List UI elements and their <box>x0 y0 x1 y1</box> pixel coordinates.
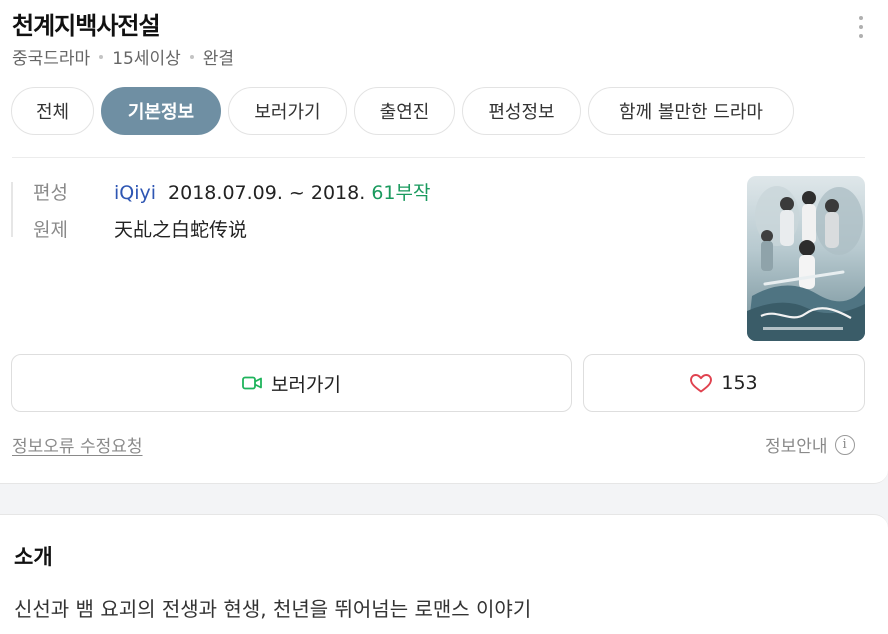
like-button[interactable]: 153 <box>583 354 865 412</box>
tab-basic-info[interactable]: 기본정보 <box>101 87 221 135</box>
info-guide-button[interactable]: 정보안내 i <box>765 432 855 457</box>
info-accent-bar <box>11 182 13 237</box>
tab-all[interactable]: 전체 <box>11 87 94 135</box>
status-label: 완결 <box>202 49 235 69</box>
info-guide-label: 정보안내 <box>765 437 828 457</box>
intro-title: 소개 <box>14 545 53 569</box>
divider <box>12 157 865 158</box>
page-title: 천계지백사전설 <box>12 12 161 40</box>
network-link[interactable]: iQiyi <box>114 182 156 204</box>
genre-label: 중국드라마 <box>12 49 91 69</box>
tab-bar: 전체 기본정보 보러가기 출연진 편성정보 함께 볼만한 드라마 <box>11 87 801 135</box>
heart-icon <box>690 373 713 392</box>
like-count: 153 <box>721 372 758 394</box>
poster-image[interactable] <box>747 176 865 341</box>
intro-text: 신선과 뱀 요괴의 전생과 현생, 천년을 뛰어넘는 로맨스 이야기 <box>14 597 532 621</box>
tab-watch[interactable]: 보러가기 <box>228 87 347 135</box>
info-circle-icon: i <box>834 434 855 455</box>
broadcast-label: 편성 <box>33 182 68 204</box>
more-vertical-icon[interactable] <box>856 16 866 38</box>
edit-request-link[interactable]: 정보오류 수정요청 <box>12 432 143 457</box>
tab-cast[interactable]: 출연진 <box>354 87 455 135</box>
watch-button-label: 보러가기 <box>271 373 341 396</box>
video-camera-icon <box>242 376 262 390</box>
intro-card: 소개 신선과 뱀 요괴의 전생과 현생, 천년을 뛰어넘는 로맨스 이야기 <box>0 514 888 634</box>
original-title: 天乩之白蛇传说 <box>114 219 248 241</box>
drama-meta: 중국드라마 15세이상 완결 <box>12 44 234 69</box>
separator-dot <box>99 54 104 59</box>
tab-schedule[interactable]: 편성정보 <box>462 87 581 135</box>
original-title-label: 원제 <box>33 219 68 241</box>
broadcast-row: 편성 iQiyi 2018.07.09. ~ 2018. 61부작 <box>33 178 430 205</box>
separator-dot <box>189 54 194 59</box>
episode-count: 61부작 <box>371 182 431 204</box>
age-rating-label: 15세이상 <box>112 49 181 69</box>
watch-button[interactable]: 보러가기 <box>11 354 572 412</box>
drama-info-card: 천계지백사전설 중국드라마 15세이상 완결 전체 기본정보 보러가기 출연진 … <box>0 0 888 484</box>
original-title-row: 원제 天乩之白蛇传说 <box>33 215 247 242</box>
broadcast-period: 2018.07.09. ~ 2018. <box>168 182 366 204</box>
tab-recommended[interactable]: 함께 볼만한 드라마 <box>588 87 794 135</box>
